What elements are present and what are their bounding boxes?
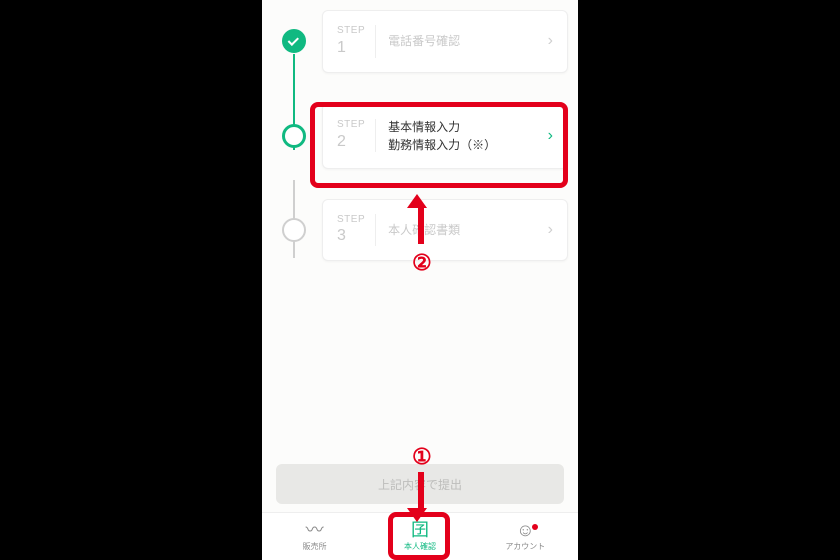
chart-icon: 〰 xyxy=(306,521,324,539)
step-number: 3 xyxy=(337,226,346,246)
annotation-callout-1: ① xyxy=(412,444,432,470)
step-row-2: STEP 2 基本情報入力 勤務情報入力（※） › xyxy=(282,103,568,169)
person-icon: ☺ xyxy=(516,521,534,539)
tab-label: アカウント xyxy=(505,541,545,552)
step-title-line: 基本情報入力 xyxy=(388,120,460,134)
step-title: 本人確認書類 xyxy=(388,221,544,239)
step-marker-done xyxy=(282,29,306,53)
step-title: 基本情報入力 勤務情報入力（※） xyxy=(388,118,544,154)
step-list: STEP 1 電話番号確認 › STEP 2 基本情報入力 勤務情報入力（※） … xyxy=(262,10,578,291)
step-label: STEP 3 xyxy=(337,214,376,247)
step-marker-current xyxy=(282,124,306,148)
annotation-callout-2: ② xyxy=(412,250,432,276)
annotation-arrow-down xyxy=(414,472,427,522)
chevron-right-icon: › xyxy=(544,221,557,239)
annotation-arrow-up xyxy=(414,194,427,244)
id-card-icon: 囝 xyxy=(411,521,429,539)
chevron-right-icon: › xyxy=(544,127,557,145)
notification-badge xyxy=(532,524,538,530)
step-row-1: STEP 1 電話番号確認 › xyxy=(282,10,568,73)
step-word: STEP xyxy=(337,119,365,132)
chevron-right-icon: › xyxy=(544,32,557,50)
tab-label: 販売所 xyxy=(303,541,327,552)
tab-label: 本人確認 xyxy=(404,541,436,552)
check-icon xyxy=(288,35,299,46)
step-number: 2 xyxy=(337,132,346,152)
step-card-2[interactable]: STEP 2 基本情報入力 勤務情報入力（※） › xyxy=(322,103,568,169)
step-card-1[interactable]: STEP 1 電話番号確認 › xyxy=(322,10,568,73)
step-title: 電話番号確認 xyxy=(388,32,544,50)
step-title-line: 勤務情報入力（※） xyxy=(388,138,496,152)
step-word: STEP xyxy=(337,25,365,38)
tab-exchange[interactable]: 〰 販売所 xyxy=(262,513,367,560)
step-label: STEP 2 xyxy=(337,119,376,152)
step-word: STEP xyxy=(337,214,365,227)
step-label: STEP 1 xyxy=(337,25,376,58)
phone-screen: STEP 1 電話番号確認 › STEP 2 基本情報入力 勤務情報入力（※） … xyxy=(262,0,578,560)
step-number: 1 xyxy=(337,38,346,58)
step-card-3[interactable]: STEP 3 本人確認書類 › xyxy=(322,199,568,262)
tab-account[interactable]: ☺ アカウント xyxy=(473,513,578,560)
step-marker-pending xyxy=(282,218,306,242)
